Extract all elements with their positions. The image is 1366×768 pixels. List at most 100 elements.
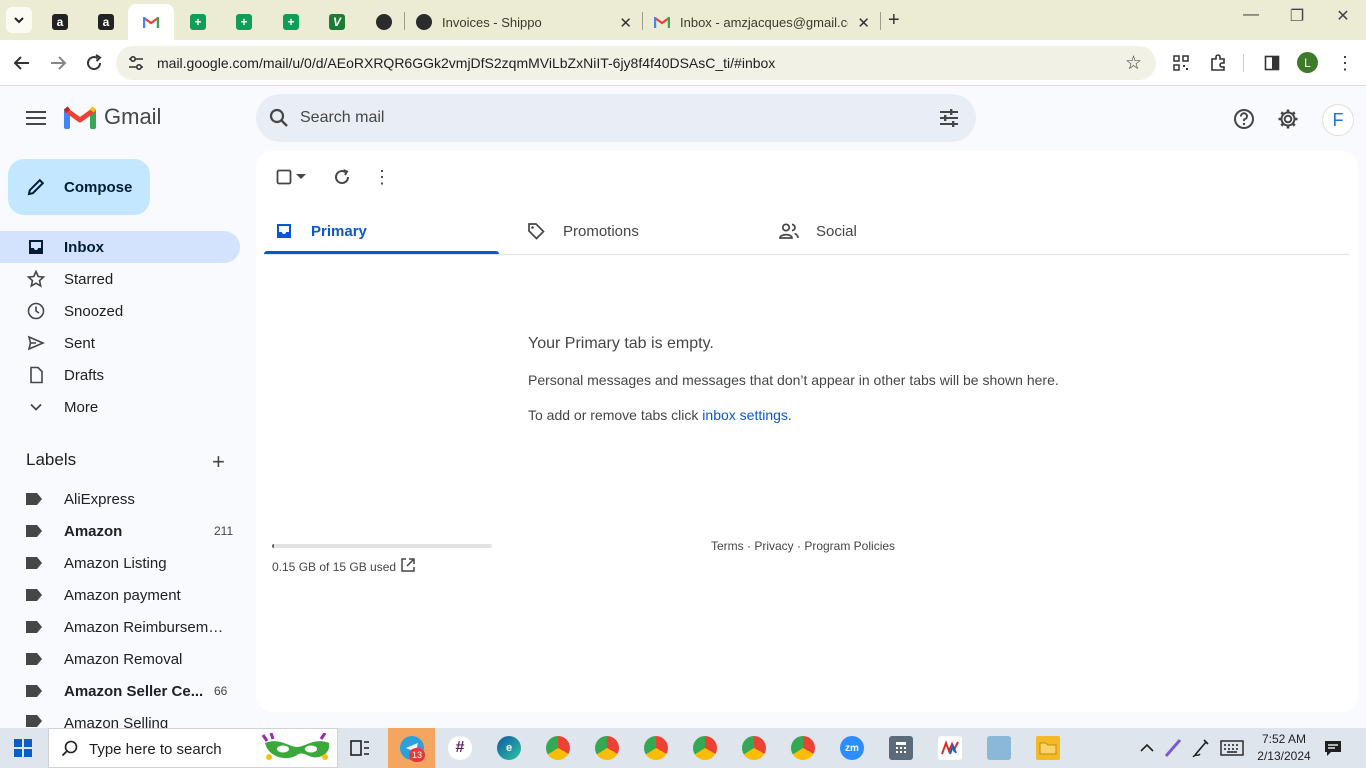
refresh-icon[interactable] (330, 165, 354, 189)
nav-item-sent[interactable]: Sent (0, 327, 240, 359)
back-button[interactable] (10, 51, 34, 75)
browser-tab-sheets-3[interactable]: + (279, 4, 303, 40)
chrome-app-icon[interactable] (693, 736, 717, 760)
browser-tab-gmail-inbox[interactable]: Inbox - amzjacques@gmail.com ✕ (644, 4, 880, 40)
tab-label: Promotions (563, 222, 639, 240)
browser-tab-amazon-1[interactable]: a (44, 4, 76, 40)
search-options-icon[interactable] (938, 107, 960, 129)
amazon-icon: a (52, 14, 68, 30)
label-amazon-listing[interactable]: Amazon Listing (26, 547, 236, 579)
label-tag-icon (26, 493, 42, 505)
new-tab-button[interactable]: + (888, 9, 900, 32)
snipping-tool-app-icon[interactable] (987, 736, 1011, 760)
label-count: 211 (214, 524, 234, 538)
open-storage-icon[interactable] (400, 557, 416, 578)
bookmark-star-icon[interactable]: ☆ (1125, 52, 1142, 75)
browser-tab-sheets-1[interactable]: + (186, 4, 210, 40)
chrome-app-icon[interactable] (546, 736, 570, 760)
label-amazon-removal[interactable]: Amazon Removal (26, 643, 236, 675)
gmail-logo[interactable]: Gmail (64, 104, 161, 130)
globe-icon (416, 14, 432, 30)
browser-tab-shippo[interactable]: Invoices - Shippo ✕ (406, 4, 642, 40)
clock[interactable]: 7:52 AM 2/13/2024 (1252, 731, 1316, 765)
browser-tab-amazon-2[interactable]: a (90, 4, 122, 40)
minimize-button[interactable]: — (1236, 6, 1266, 24)
footer-links[interactable]: Terms · Privacy · Program Policies (711, 539, 895, 553)
label-amazon-reimbursement[interactable]: Amazon Reimbursemen... (26, 611, 236, 643)
compose-label: Compose (64, 178, 133, 196)
tag-icon (526, 221, 546, 241)
ink-workspace-icon[interactable] (1192, 738, 1210, 763)
sheets-icon: + (236, 14, 252, 30)
label-amazon-seller-central[interactable]: Amazon Seller Ce... 66 (26, 675, 236, 707)
side-panel-icon[interactable] (1261, 52, 1283, 74)
taskbar-search-box[interactable]: Type here to search (48, 728, 338, 768)
send-icon (26, 333, 46, 353)
sheets-icon: + (190, 14, 206, 30)
calculator-app-icon[interactable] (889, 736, 913, 760)
edge-app-icon[interactable]: e (497, 736, 521, 760)
browser-menu-icon[interactable]: ⋮ (1334, 52, 1356, 74)
show-hidden-icons-chevron-icon[interactable] (1140, 740, 1154, 756)
file-explorer-app-icon[interactable] (1036, 736, 1060, 760)
storage-usage-fill (272, 544, 275, 548)
more-options-icon[interactable]: ⋮ (370, 165, 394, 189)
extensions-icon[interactable] (1207, 52, 1229, 74)
label-aliexpress[interactable]: AliExpress (26, 483, 236, 515)
nav-item-inbox[interactable]: Inbox (0, 231, 240, 263)
nav-item-starred[interactable]: Starred (0, 263, 240, 295)
vaughn-icon: V (329, 14, 345, 30)
browser-tab-shippo-globe[interactable] (372, 4, 396, 40)
tab-promotions[interactable]: Promotions (526, 207, 639, 255)
search-icon[interactable] (268, 107, 290, 129)
search-bar[interactable] (256, 94, 976, 142)
slack-app-icon[interactable]: # (448, 736, 472, 760)
create-label-button[interactable]: + (212, 449, 225, 475)
tab-primary[interactable]: Primary (274, 207, 367, 255)
zoom-app-icon[interactable]: zm (840, 736, 864, 760)
reload-button[interactable] (82, 51, 106, 75)
chrome-app-icon[interactable] (742, 736, 766, 760)
chrome-app-icon[interactable] (595, 736, 619, 760)
label-amazon-selling[interactable]: Amazon Selling (26, 707, 236, 728)
windows-start-icon[interactable] (14, 739, 32, 757)
main-menu-button[interactable] (24, 108, 48, 128)
label-amazon-payment[interactable]: Amazon payment (26, 579, 236, 611)
task-view-icon[interactable] (348, 736, 372, 760)
pen-tray-icon[interactable] (1164, 738, 1182, 763)
close-tab-icon[interactable]: ✕ (857, 14, 870, 32)
browser-tab-sheets-2[interactable]: + (232, 4, 256, 40)
tab-search-button[interactable] (6, 7, 32, 33)
account-avatar[interactable]: F (1322, 104, 1354, 136)
qr-code-icon[interactable] (1170, 52, 1192, 74)
chart-app-icon[interactable] (938, 736, 962, 760)
label-amazon[interactable]: Amazon 211 (26, 515, 236, 547)
chrome-app-icon[interactable] (644, 736, 668, 760)
close-window-button[interactable]: ✕ (1328, 6, 1358, 26)
empty-state-settings-row: To add or remove tabs click inbox settin… (528, 407, 792, 423)
nav-item-snoozed[interactable]: Snoozed (0, 295, 240, 327)
help-icon[interactable] (1232, 107, 1256, 131)
search-input[interactable] (300, 106, 900, 130)
site-info-icon[interactable] (128, 55, 144, 71)
empty-state-title: Your Primary tab is empty. (528, 335, 714, 352)
close-tab-icon[interactable]: ✕ (619, 14, 632, 32)
notification-center-icon[interactable] (1324, 739, 1342, 762)
chrome-app-icon[interactable] (791, 736, 815, 760)
compose-button[interactable]: Compose (8, 159, 150, 215)
label-name: Amazon (64, 522, 123, 540)
tab-social[interactable]: Social (779, 207, 857, 255)
inbox-settings-link[interactable]: inbox settings (702, 407, 788, 423)
address-bar[interactable]: mail.google.com/mail/u/0/d/AEoRXRQR6GGk2… (116, 46, 1156, 80)
toolbar-divider (1243, 54, 1244, 72)
nav-item-drafts[interactable]: Drafts (0, 359, 240, 391)
touch-keyboard-icon[interactable] (1220, 740, 1244, 761)
forward-button[interactable] (46, 51, 70, 75)
nav-item-more[interactable]: More (0, 391, 240, 423)
browser-tab-gmail-active[interactable] (128, 4, 174, 40)
restore-button[interactable]: ❐ (1282, 6, 1312, 26)
settings-gear-icon[interactable] (1276, 107, 1300, 131)
browser-profile-avatar[interactable]: L (1297, 52, 1318, 73)
browser-tab-vaughn[interactable]: V (325, 4, 349, 40)
select-dropdown-icon[interactable] (292, 165, 310, 189)
